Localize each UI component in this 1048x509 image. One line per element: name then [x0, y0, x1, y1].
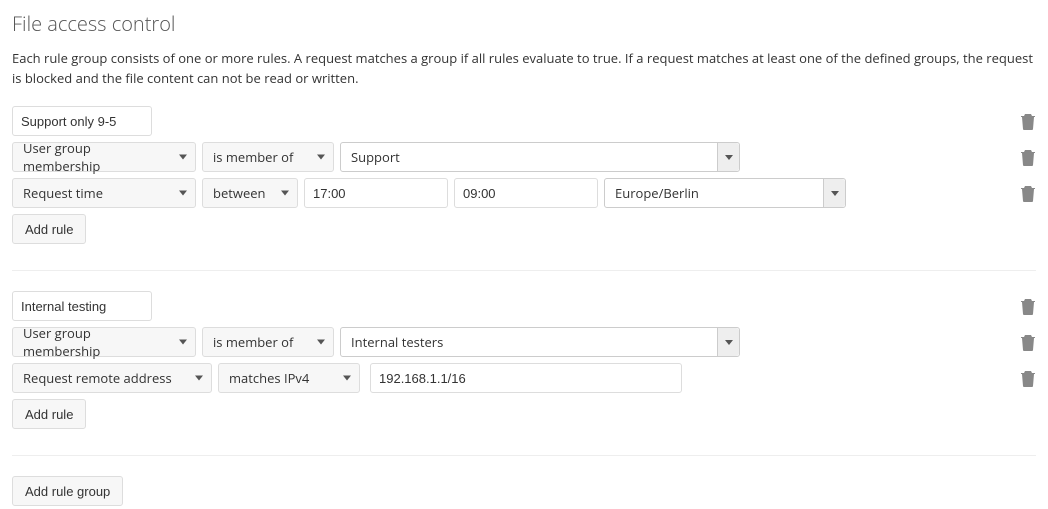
- combo-toggle[interactable]: [717, 328, 739, 356]
- caret-down-icon: [343, 376, 351, 381]
- add-rule-group-button[interactable]: Add rule group: [12, 476, 123, 506]
- rule-operator-label: between: [213, 184, 266, 202]
- rule-operator-label: is member of: [213, 333, 293, 351]
- rule-operator-label: matches IPv4: [229, 369, 309, 387]
- caret-down-icon: [831, 191, 839, 196]
- caret-down-icon: [281, 191, 289, 196]
- rule-operator-label: is member of: [213, 148, 293, 166]
- caret-down-icon: [179, 155, 187, 160]
- rule-group: User group membership is member of Suppo…: [12, 106, 1036, 271]
- trash-icon[interactable]: [1020, 148, 1036, 166]
- rule-operator-select[interactable]: matches IPv4: [218, 363, 360, 393]
- rule-value-combo[interactable]: Support: [340, 142, 740, 172]
- caret-down-icon: [179, 191, 187, 196]
- rule-value-label: Internal testers: [351, 333, 443, 351]
- caret-down-icon: [725, 340, 733, 345]
- rule-field-select[interactable]: User group membership: [12, 142, 196, 172]
- caret-down-icon: [725, 155, 733, 160]
- page-title: File access control: [12, 10, 1036, 37]
- time-to-input[interactable]: [454, 178, 598, 208]
- caret-down-icon: [179, 340, 187, 345]
- rule-operator-select[interactable]: is member of: [202, 142, 334, 172]
- trash-icon[interactable]: [1020, 333, 1036, 351]
- rule-operator-select[interactable]: is member of: [202, 327, 334, 357]
- caret-down-icon: [317, 340, 325, 345]
- rule-field-select[interactable]: User group membership: [12, 327, 196, 357]
- caret-down-icon: [317, 155, 325, 160]
- rule-field-label: Request time: [23, 184, 103, 202]
- combo-toggle[interactable]: [823, 179, 845, 207]
- rule-group: User group membership is member of Inter…: [12, 291, 1036, 456]
- rule-field-label: User group membership: [23, 324, 169, 360]
- timezone-combo[interactable]: Europe/Berlin: [604, 178, 846, 208]
- trash-icon[interactable]: [1020, 184, 1036, 202]
- add-rule-button[interactable]: Add rule: [12, 214, 86, 244]
- group-name-input[interactable]: [12, 291, 152, 321]
- timezone-label: Europe/Berlin: [615, 184, 699, 202]
- time-from-input[interactable]: [304, 178, 448, 208]
- rule-value-label: Support: [351, 148, 400, 166]
- add-rule-button[interactable]: Add rule: [12, 399, 86, 429]
- combo-toggle[interactable]: [717, 143, 739, 171]
- rule-field-select[interactable]: Request remote address: [12, 363, 212, 393]
- rule-operator-select[interactable]: between: [202, 178, 298, 208]
- rule-field-label: User group membership: [23, 139, 169, 175]
- caret-down-icon: [195, 376, 203, 381]
- trash-icon[interactable]: [1020, 369, 1036, 387]
- ip-input[interactable]: [370, 363, 682, 393]
- page-description: Each rule group consists of one or more …: [12, 49, 1036, 88]
- trash-icon[interactable]: [1020, 112, 1036, 130]
- trash-icon[interactable]: [1020, 297, 1036, 315]
- rule-value-combo[interactable]: Internal testers: [340, 327, 740, 357]
- rule-field-select[interactable]: Request time: [12, 178, 196, 208]
- group-name-input[interactable]: [12, 106, 152, 136]
- rule-field-label: Request remote address: [23, 369, 172, 387]
